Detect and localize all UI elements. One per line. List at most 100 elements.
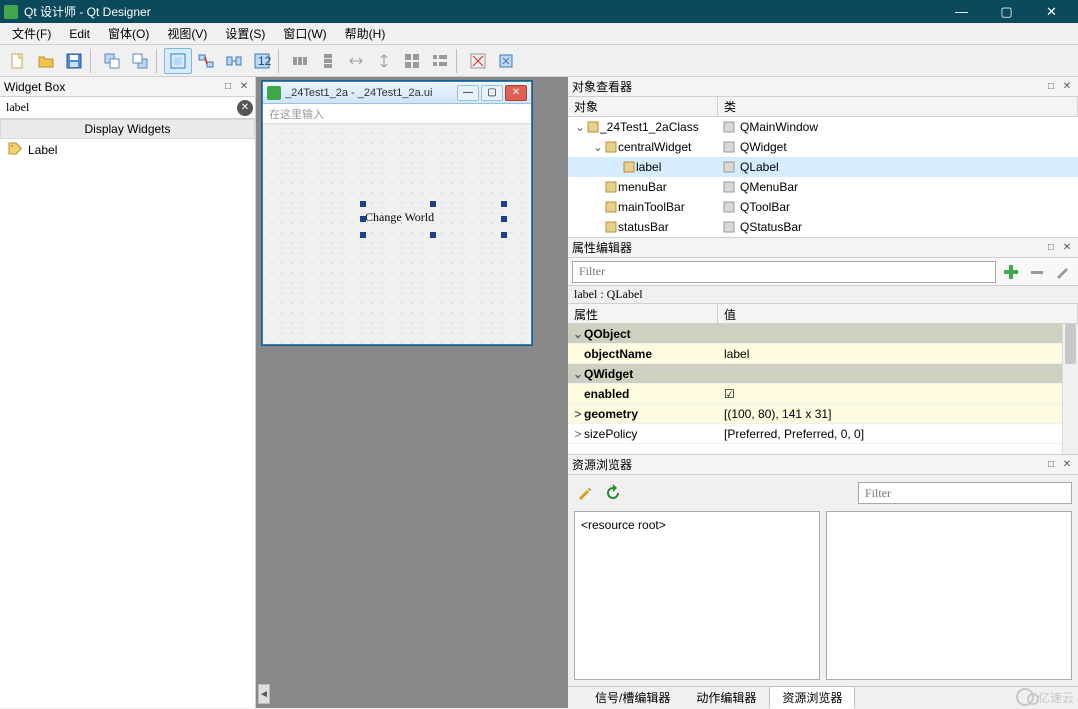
edit-signals-button[interactable] (192, 48, 220, 74)
resource-preview[interactable] (826, 511, 1072, 680)
widget-box-item-label[interactable]: Label (0, 139, 255, 161)
form-window-title: _24Test1_2a - _24Test1_2a.ui (285, 87, 455, 99)
resource-root-node[interactable]: <resource root> (581, 518, 666, 532)
bring-to-front-button[interactable] (126, 48, 154, 74)
form-window-close-button[interactable]: ✕ (505, 85, 527, 101)
tab-signal-slot-editor[interactable]: 信号/槽编辑器 (582, 686, 683, 709)
break-layout-button[interactable] (464, 48, 492, 74)
selected-label-widget[interactable]: Change World (363, 204, 504, 235)
resize-handle[interactable] (501, 216, 507, 222)
resource-reload-button[interactable] (602, 482, 624, 504)
menu-help[interactable]: 帮助(H) (337, 23, 394, 44)
property-row[interactable]: objectNamelabel (568, 344, 1078, 364)
layout-grid-button[interactable] (398, 48, 426, 74)
form-window-minimize-button[interactable]: — (457, 85, 479, 101)
property-settings-button[interactable] (1052, 261, 1074, 283)
property-filter-input[interactable] (572, 261, 996, 283)
widget-box-filter-clear-button[interactable]: ✕ (237, 100, 253, 116)
object-inspector-float-button[interactable]: □ (1044, 80, 1058, 94)
object-inspector-tree[interactable]: 对象 类 ⌄ _24Test1_2aClassQMainWindow⌄ cent… (568, 97, 1078, 237)
splitter-collapse-button[interactable]: ◄ (258, 684, 270, 704)
menu-window[interactable]: 窗口(W) (275, 23, 334, 44)
resize-handle[interactable] (360, 232, 366, 238)
mdi-area[interactable]: _24Test1_2a - _24Test1_2a.ui — ▢ ✕ 在这里输入… (256, 77, 568, 708)
object-icon (622, 160, 636, 174)
property-scrollbar[interactable] (1062, 324, 1078, 454)
resource-filter-input[interactable] (858, 482, 1072, 504)
resize-handle[interactable] (430, 232, 436, 238)
object-inspector-close-button[interactable]: ✕ (1060, 80, 1074, 94)
resize-handle[interactable] (501, 201, 507, 207)
resource-browser-float-button[interactable]: □ (1044, 458, 1058, 472)
close-button[interactable]: ✕ (1029, 0, 1074, 23)
form-window-maximize-button[interactable]: ▢ (481, 85, 503, 101)
resize-handle[interactable] (430, 201, 436, 207)
property-row[interactable]: enabled☑ (568, 384, 1078, 404)
property-name-header[interactable]: 属性 (568, 304, 718, 323)
menu-file[interactable]: 文件(F) (4, 23, 59, 44)
object-row[interactable]: mainToolBarQToolBar (568, 197, 1078, 217)
resize-handle[interactable] (501, 232, 507, 238)
tab-resource-browser[interactable]: 资源浏览器 (769, 686, 855, 709)
menu-form[interactable]: 窗体(O) (100, 23, 157, 44)
edit-tab-order-button[interactable]: 12 (248, 48, 276, 74)
property-group[interactable]: ⌄QObject (568, 324, 1078, 344)
widget-box-close-button[interactable]: ✕ (237, 80, 251, 94)
layout-vertical-splitter-button[interactable] (370, 48, 398, 74)
resource-edit-button[interactable] (574, 482, 596, 504)
edit-widgets-button[interactable] (164, 48, 192, 74)
open-file-button[interactable] (32, 48, 60, 74)
widget-box-title: Widget Box (4, 80, 219, 94)
resource-tree[interactable]: <resource root> (574, 511, 820, 680)
object-row[interactable]: statusBarQStatusBar (568, 217, 1078, 237)
property-remove-button[interactable] (1026, 261, 1048, 283)
widget-box-item-label-text: Label (28, 143, 57, 157)
menu-view[interactable]: 视图(V) (159, 23, 215, 44)
class-col-header[interactable]: 类 (718, 97, 1078, 116)
object-row[interactable]: ⌄ centralWidgetQWidget (568, 137, 1078, 157)
property-row[interactable]: >geometry[(100, 80), 141 x 31] (568, 404, 1078, 424)
widget-box-category[interactable]: Display Widgets (0, 119, 255, 139)
property-editor-close-button[interactable]: ✕ (1060, 241, 1074, 255)
class-icon (722, 180, 736, 194)
object-row[interactable]: ⌄ _24Test1_2aClassQMainWindow (568, 117, 1078, 137)
adjust-size-button[interactable] (492, 48, 520, 74)
maximize-button[interactable]: ▢ (984, 0, 1029, 23)
property-add-button[interactable] (1000, 261, 1022, 283)
class-icon (722, 220, 736, 234)
property-row[interactable]: >sizePolicy[Preferred, Preferred, 0, 0] (568, 424, 1078, 444)
object-row[interactable]: menuBarQMenuBar (568, 177, 1078, 197)
layout-form-button[interactable] (426, 48, 454, 74)
property-grid[interactable]: 属性 值 ⌄QObjectobjectNamelabel⌄QWidgetenab… (568, 304, 1078, 454)
menu-edit[interactable]: Edit (61, 25, 98, 43)
tab-action-editor[interactable]: 动作编辑器 (683, 686, 769, 709)
minimize-button[interactable]: — (939, 0, 984, 23)
resource-browser-close-button[interactable]: ✕ (1060, 458, 1074, 472)
widget-box-float-button[interactable]: □ (221, 80, 235, 94)
form-canvas[interactable]: Change World (263, 124, 531, 344)
class-icon (722, 160, 736, 174)
property-value-header[interactable]: 值 (718, 304, 1078, 323)
layout-vertical-button[interactable] (314, 48, 342, 74)
object-icon (604, 220, 618, 234)
label-icon (8, 142, 22, 159)
property-group[interactable]: ⌄QWidget (568, 364, 1078, 384)
resize-handle[interactable] (360, 201, 366, 207)
resize-handle[interactable] (360, 216, 366, 222)
form-window[interactable]: _24Test1_2a - _24Test1_2a.ui — ▢ ✕ 在这里输入… (262, 81, 532, 345)
save-file-button[interactable] (60, 48, 88, 74)
send-to-back-button[interactable] (98, 48, 126, 74)
widget-box-filter-input[interactable] (2, 99, 237, 117)
form-window-icon (267, 86, 281, 100)
layout-horizontal-splitter-button[interactable] (342, 48, 370, 74)
menu-settings[interactable]: 设置(S) (217, 23, 273, 44)
layout-horizontal-button[interactable] (286, 48, 314, 74)
property-editor-float-button[interactable]: □ (1044, 241, 1058, 255)
svg-text:12: 12 (258, 54, 271, 68)
class-icon (722, 140, 736, 154)
object-row[interactable]: labelQLabel (568, 157, 1078, 177)
object-col-header[interactable]: 对象 (568, 97, 718, 116)
form-menubar-placeholder[interactable]: 在这里输入 (263, 104, 531, 124)
new-file-button[interactable] (4, 48, 32, 74)
edit-buddies-button[interactable] (220, 48, 248, 74)
